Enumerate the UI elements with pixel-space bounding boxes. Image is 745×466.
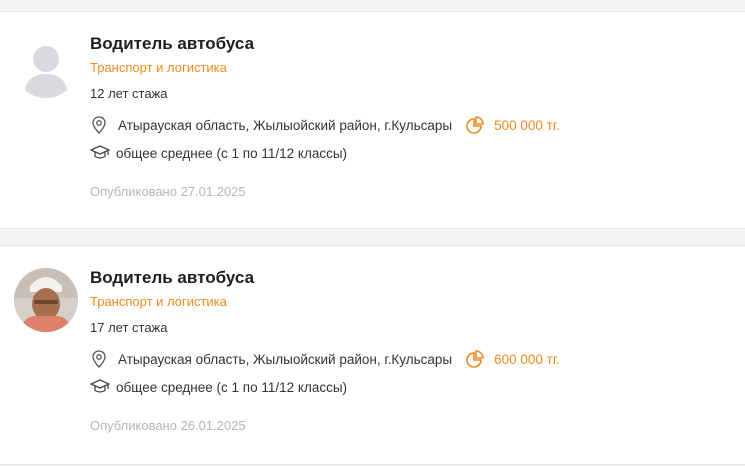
avatar	[14, 34, 78, 98]
location-pin-icon	[90, 350, 108, 368]
salary-text: 600 000 тг.	[494, 351, 560, 367]
card-divider	[0, 228, 745, 246]
location-text: Атырауская область, Жылыойский район, г.…	[118, 351, 453, 367]
pie-chart-icon	[466, 116, 484, 134]
salary-text: 500 000 тг.	[494, 117, 560, 133]
education-text: общее среднее (с 1 по 11/12 классы)	[116, 145, 348, 161]
top-divider	[0, 0, 745, 12]
experience-text: 12 лет стажа	[90, 86, 168, 101]
avatar	[14, 268, 78, 332]
experience-text: 17 лет стажа	[90, 320, 168, 335]
salary: 500 000 тг.	[466, 116, 560, 134]
resume-card[interactable]: Водитель автобуса Транспорт и логистика …	[0, 246, 745, 465]
published-date: Опубликовано 27.01.2025	[90, 184, 246, 199]
published-date: Опубликовано 26.01.2025	[90, 418, 246, 433]
location-text: Атырауская область, Жылыойский район, г.…	[118, 117, 453, 133]
graduation-cap-icon	[90, 378, 110, 396]
salary: 600 000 тг.	[466, 350, 560, 368]
job-category: Транспорт и логистика	[90, 60, 227, 75]
education-text: общее среднее (с 1 по 11/12 классы)	[116, 379, 348, 395]
resume-card[interactable]: Водитель автобуса Транспорт и логистика …	[0, 12, 745, 228]
user-placeholder-icon	[24, 46, 68, 98]
job-title[interactable]: Водитель автобуса	[90, 32, 745, 56]
job-title[interactable]: Водитель автобуса	[90, 266, 745, 290]
pie-chart-icon	[466, 350, 484, 368]
location-pin-icon	[90, 116, 108, 134]
user-photo	[14, 268, 78, 332]
graduation-cap-icon	[90, 144, 110, 162]
job-category: Транспорт и логистика	[90, 294, 227, 309]
